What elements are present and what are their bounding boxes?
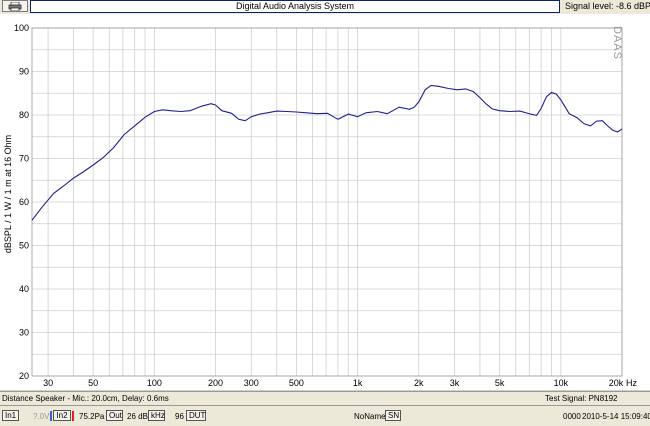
distance-info: Distance Speaker - Mic.: 20.0cm, Delay: … xyxy=(2,394,169,403)
y-tick-label: 20 xyxy=(19,371,29,381)
x-tick-label: 3k xyxy=(450,378,460,388)
frequency-response-chart: 20 30 40 50 60 70 80 90 100 30 50 100 200 300 500 1k 2k… xyxy=(3,23,637,388)
test-signal-info: Test Signal: PN8192 xyxy=(545,394,618,403)
out-button[interactable]: Out xyxy=(106,410,123,421)
in1-button[interactable]: In1 xyxy=(2,410,19,421)
x-tick-label: 1k xyxy=(353,378,363,388)
in2-button[interactable]: In2 xyxy=(53,410,71,421)
x-tick-label: 5k xyxy=(495,378,505,388)
dut-button[interactable]: DUT xyxy=(186,410,206,421)
x-tick-label: 200 xyxy=(208,378,223,388)
status-bar: In1 ?.0V In2 75.2Pa Out 26 dB kHz 96 DUT… xyxy=(0,405,650,426)
khz-value: 96 xyxy=(175,412,184,421)
window-title: Digital Audio Analysis System xyxy=(30,0,560,13)
x-tick-label: 100 xyxy=(147,378,162,388)
signal-level: Signal level: -8.6 dBPa xyxy=(565,1,650,11)
khz-button[interactable]: kHz xyxy=(148,410,165,421)
datetime: 2010-5-14 15:09:40 xyxy=(582,412,650,421)
y-tick-label: 40 xyxy=(19,284,29,294)
in2-indicator xyxy=(72,411,74,421)
watermark-label: DAAS xyxy=(611,26,623,60)
x-tick-label: 300 xyxy=(244,378,259,388)
in1-indicator xyxy=(50,411,52,421)
in1-value: ?.0V xyxy=(33,412,50,421)
y-tick-label: 90 xyxy=(19,67,29,77)
x-tick-label: 2k xyxy=(414,378,424,388)
x-tick-label: 10k xyxy=(554,378,569,388)
x-tick-label: 20k xyxy=(609,378,624,388)
y-tick-label: 70 xyxy=(19,154,29,164)
sn-button[interactable]: SN xyxy=(385,410,401,421)
y-tick-label: 30 xyxy=(19,328,29,338)
y-tick-label: 100 xyxy=(14,23,29,33)
y-tick-label: 50 xyxy=(19,241,29,251)
printer-icon xyxy=(8,1,22,11)
series-line xyxy=(31,84,623,221)
print-button[interactable] xyxy=(2,0,28,12)
counter: 0000 xyxy=(563,412,581,421)
y-tick-label: 60 xyxy=(19,197,29,207)
y-axis-label: dBSPL / 1 W / 1 m at 16 Ohm xyxy=(3,135,13,253)
x-tick-label: 50 xyxy=(88,378,98,388)
frequency-response-plot: 20 30 40 50 60 70 80 90 100 30 50 100 200 300 500 1k 2k… xyxy=(0,14,650,390)
x-tick-label: 500 xyxy=(289,378,304,388)
x-tick-label: 30 xyxy=(43,378,53,388)
in2-value: 75.2Pa xyxy=(79,412,105,421)
out-value: 26 dB xyxy=(127,412,148,421)
title-bar: Digital Audio Analysis System Signal lev… xyxy=(0,0,650,14)
info-bar: Distance Speaker - Mic.: 20.0cm, Delay: … xyxy=(0,391,650,405)
y-tick-label: 80 xyxy=(19,110,29,120)
dut-name: NoName xyxy=(354,412,386,421)
x-axis-label: Hz xyxy=(626,378,637,388)
